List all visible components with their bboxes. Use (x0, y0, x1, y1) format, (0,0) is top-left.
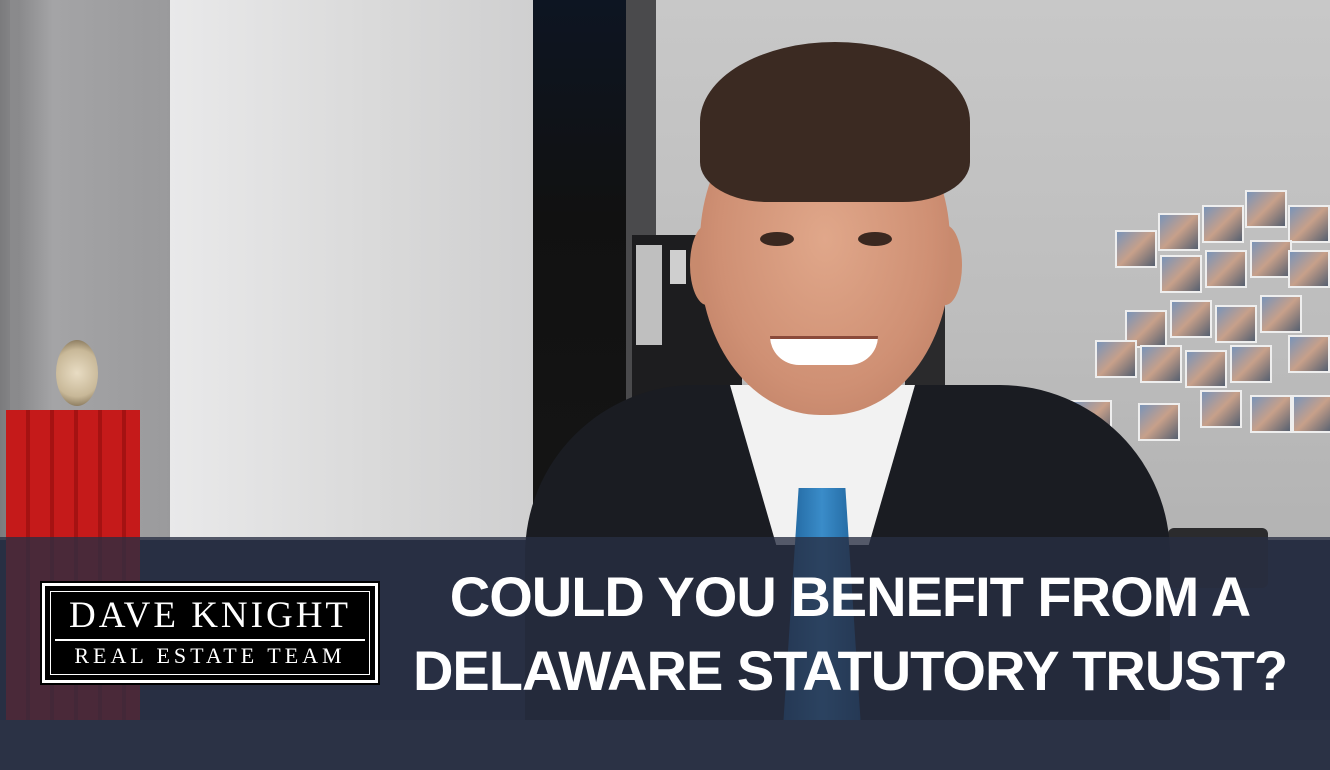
video-thumbnail: DAVE KNIGHT REAL ESTATE TEAM COULD YOU B… (0, 0, 1330, 770)
clhms-seal-image (56, 340, 98, 406)
collage-photo (1205, 250, 1247, 288)
collage-photo (1215, 305, 1257, 343)
collage-photo (1202, 205, 1244, 243)
collage-photo (1288, 205, 1330, 243)
collage-photo (1288, 335, 1330, 373)
cabinet-label-small (670, 250, 686, 284)
headline-line-1: COULD YOU BENEFIT FROM A (449, 565, 1251, 628)
presenter-smile (770, 336, 878, 365)
headline-line-2: DELAWARE STATUTORY TRUST? (412, 639, 1288, 702)
logo-divider (55, 639, 365, 641)
dave-knight-logo: DAVE KNIGHT REAL ESTATE TEAM (40, 581, 380, 685)
collage-photo (1140, 345, 1182, 383)
logo-name: DAVE KNIGHT (68, 595, 352, 636)
presenter-eye (858, 232, 892, 246)
collage-photo (1185, 350, 1227, 388)
presenter-hair (700, 42, 970, 202)
collage-photo (1158, 213, 1200, 251)
collage-photo (1250, 240, 1292, 278)
collage-photo (1250, 395, 1292, 433)
collage-photo (1115, 230, 1157, 268)
collage-photo (1095, 340, 1137, 378)
logo-subtitle: REAL ESTATE TEAM (74, 643, 346, 668)
collage-photo (1292, 395, 1330, 433)
collage-photo (1260, 295, 1302, 333)
white-panel (170, 0, 535, 540)
collage-photo (1245, 190, 1287, 228)
video-headline: COULD YOU BENEFIT FROM A DELAWARE STATUT… (390, 560, 1310, 708)
collage-photo (1138, 403, 1180, 441)
collage-photo (1288, 250, 1330, 288)
photo-collage (1070, 185, 1330, 455)
cabinet-label (636, 245, 662, 345)
collage-photo (1170, 300, 1212, 338)
presenter-eye (760, 232, 794, 246)
collage-photo (1230, 345, 1272, 383)
collage-photo (1200, 390, 1242, 428)
bottom-bar (0, 720, 1330, 770)
collage-photo (1160, 255, 1202, 293)
